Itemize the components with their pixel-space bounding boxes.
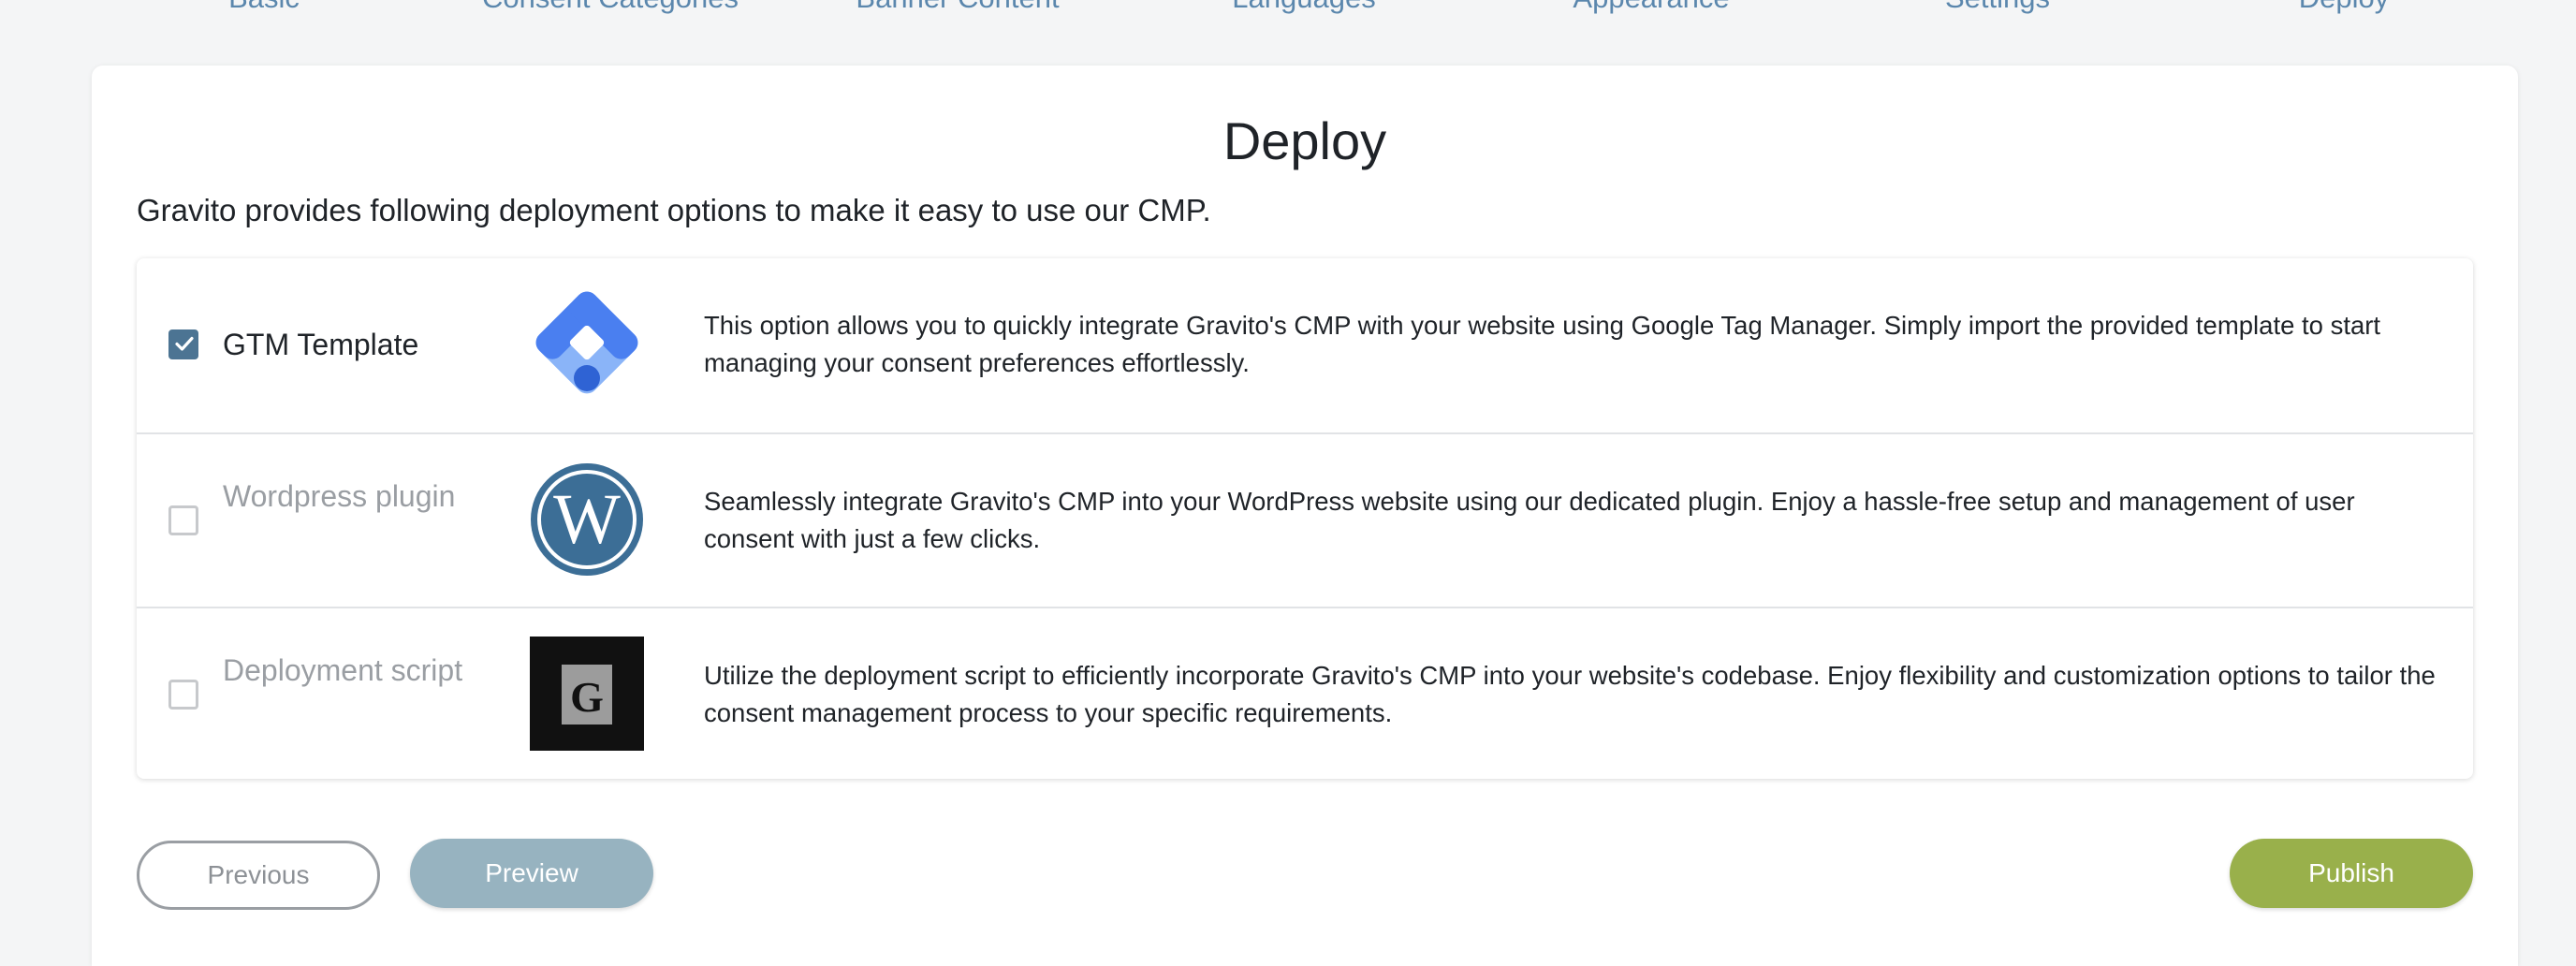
option-row-deployment-script: Deployment script G Utilize the deployme… bbox=[137, 607, 2473, 782]
deployment-options-list: GTM Template This option allows you to q… bbox=[137, 258, 2473, 779]
svg-text:G: G bbox=[570, 673, 604, 721]
previous-button[interactable]: Previous bbox=[137, 841, 380, 910]
deployment-script-option-description: Utilize the deployment script to efficie… bbox=[704, 661, 2436, 727]
gtm-checkbox[interactable] bbox=[168, 329, 198, 359]
deployment-script-option-label[interactable]: Deployment script bbox=[223, 648, 466, 693]
step-settings[interactable]: Settings bbox=[1945, 0, 2050, 15]
publish-button[interactable]: Publish bbox=[2230, 839, 2473, 908]
page-title: Deploy bbox=[1222, 111, 1387, 170]
svg-text:W: W bbox=[553, 480, 621, 559]
option-row-wordpress: Wordpress plugin W Seamlessly integrate … bbox=[137, 432, 2473, 607]
deploy-card: Deploy Gravito provides following deploy… bbox=[92, 66, 2518, 966]
step-languages[interactable]: Languages bbox=[1232, 0, 1375, 15]
step-banner-content[interactable]: Banner Content bbox=[856, 0, 1059, 15]
step-appearance[interactable]: Appearance bbox=[1573, 0, 1729, 15]
wordpress-icon: W bbox=[531, 463, 643, 576]
google-tag-manager-icon bbox=[535, 291, 638, 394]
option-row-gtm: GTM Template This option allows you to q… bbox=[137, 258, 2473, 432]
intro-text: Gravito provides following deployment op… bbox=[137, 193, 1211, 227]
gravito-script-icon: G bbox=[530, 637, 644, 751]
wordpress-option-description: Seamlessly integrate Gravito's CMP into … bbox=[704, 487, 2355, 553]
gtm-option-description: This option allows you to quickly integr… bbox=[704, 311, 2381, 377]
wordpress-checkbox[interactable] bbox=[168, 505, 198, 535]
wordpress-option-label[interactable]: Wordpress plugin bbox=[223, 474, 466, 519]
gtm-option-label[interactable]: GTM Template bbox=[223, 322, 466, 367]
step-deploy[interactable]: Deploy bbox=[2299, 0, 2390, 15]
deployment-script-checkbox[interactable] bbox=[168, 680, 198, 710]
step-consent-categories[interactable]: Consent Categories bbox=[482, 0, 739, 15]
wizard-stepper: Basic Consent Categories Banner Content … bbox=[0, 0, 2576, 37]
checkmark-icon bbox=[175, 336, 194, 351]
step-basic[interactable]: Basic bbox=[228, 0, 300, 15]
preview-button[interactable]: Preview bbox=[410, 839, 653, 908]
